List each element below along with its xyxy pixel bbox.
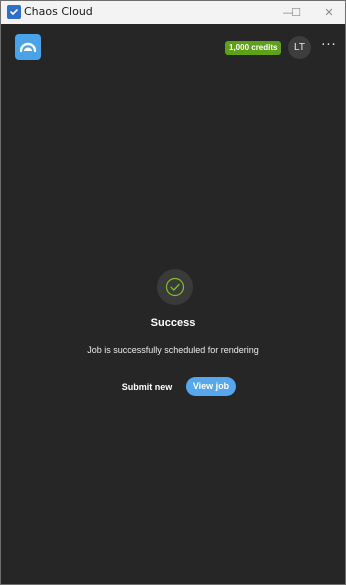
title-bar: Chaos Cloud — ☐ ✕ [1, 1, 345, 24]
avatar[interactable]: LT [288, 36, 311, 59]
maximize-button[interactable]: ☐ [281, 1, 311, 24]
credits-badge[interactable]: 1,000 credits [225, 41, 282, 55]
close-button[interactable]: ✕ [314, 1, 344, 24]
app-window: Chaos Cloud — ☐ ✕ 1,000 credits LT ··· S… [0, 0, 346, 585]
app-header: 1,000 credits LT ··· [1, 24, 345, 74]
check-circle-icon [157, 269, 193, 305]
chaos-cloud-logo-icon[interactable] [15, 34, 41, 60]
more-horizontal-icon[interactable]: ··· [320, 38, 338, 56]
success-message: Job is successfully scheduled for render… [87, 345, 259, 355]
view-job-button[interactable]: View job [186, 377, 236, 396]
app-logo-icon [7, 5, 21, 19]
submit-new-button[interactable]: Submit new [117, 378, 177, 396]
window-title: Chaos Cloud [24, 5, 93, 18]
success-title: Success [150, 317, 196, 329]
